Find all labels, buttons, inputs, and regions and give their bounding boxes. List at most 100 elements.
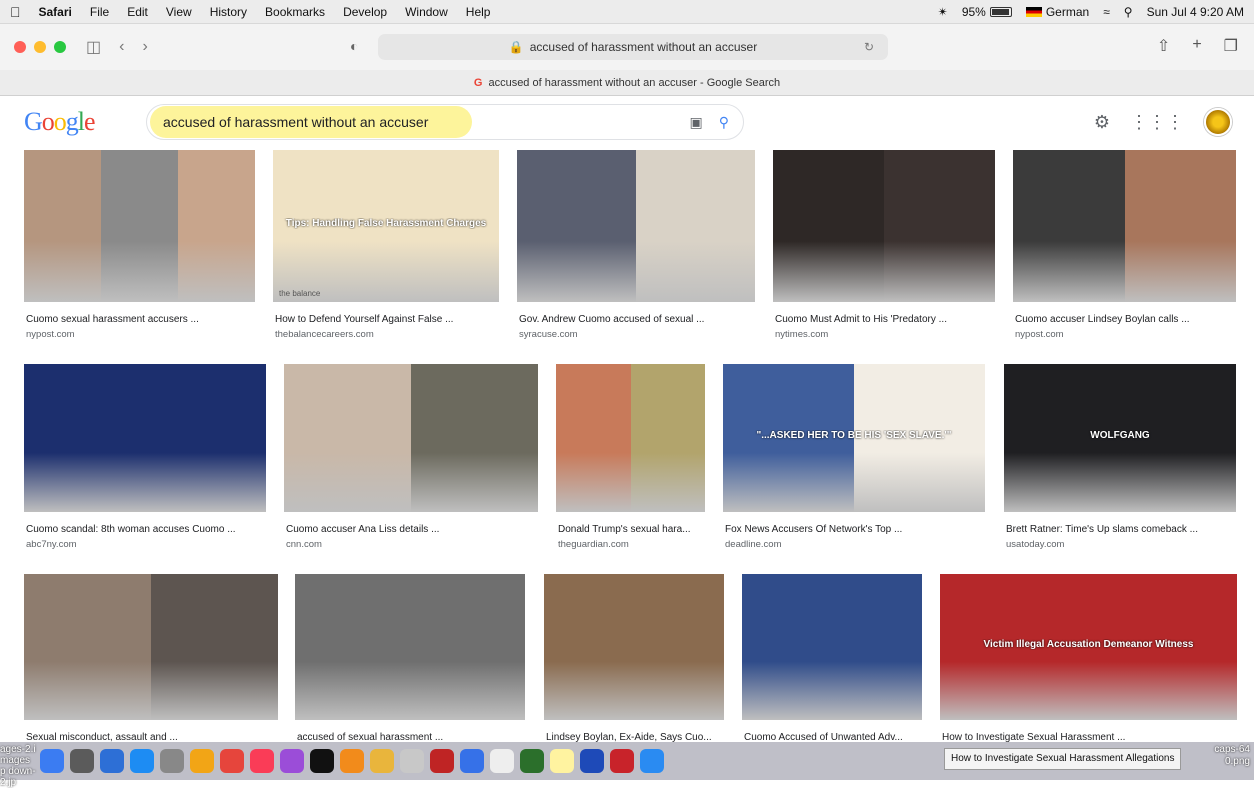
menu-bookmarks[interactable]: Bookmarks [265,5,325,19]
result-thumbnail[interactable]: Tips: Handling False Harassment Chargest… [273,150,499,302]
tabs-overview-icon[interactable]: ❐ [1224,36,1238,56]
search-icon[interactable]: ⚲ [719,114,729,131]
result-source[interactable]: syracuse.com [519,329,578,340]
result-thumbnail[interactable] [295,574,525,720]
apple-icon[interactable]:  [10,4,21,20]
image-result[interactable]: Cuomo accuser Lindsey Boylan calls ... ny… [1013,150,1236,346]
result-thumbnail[interactable] [556,364,705,512]
image-result[interactable]: Donald Trump's sexual hara... theguardian… [556,364,705,556]
image-result[interactable]: Sexual misconduct, assault and ... [24,574,278,742]
image-result[interactable]: WOLFGANG Brett Ratner: Time's Up slams co… [1004,364,1236,556]
calendar-icon[interactable] [490,749,514,773]
dreamweaver-icon[interactable] [520,749,544,773]
search-input[interactable]: accused of harassment without an accuser… [146,104,744,140]
books-icon[interactable] [370,749,394,773]
menu-window[interactable]: Window [405,5,448,19]
image-result[interactable]: Cuomo accuser Ana Liss details ... cnn.co… [284,364,538,556]
translate-icon[interactable]: ↻ [864,40,874,54]
forward-icon[interactable]: › [142,38,147,56]
result-thumbnail[interactable] [517,150,755,302]
google-logo[interactable]: Google [24,107,144,137]
settings-gear-icon[interactable]: ⚙ [1094,112,1110,133]
vlc-icon[interactable] [340,749,364,773]
result-source[interactable]: deadline.com [725,539,782,550]
result-caption[interactable]: Donald Trump's sexual hara... [558,524,691,535]
image-result[interactable]: Cuomo sexual harassment accusers ...nypo… [24,150,255,346]
menu-help[interactable]: Help [466,5,491,19]
result-caption[interactable]: Cuomo scandal: 8th woman accuses Cuomo .… [26,524,236,535]
result-thumbnail[interactable] [24,150,255,302]
result-caption[interactable]: Sexual misconduct, assault and ... [26,732,178,742]
result-caption[interactable]: Fox News Accusers Of Network's Top ... [725,524,902,535]
result-thumbnail[interactable] [24,364,266,512]
app-store-icon[interactable] [130,749,154,773]
result-caption[interactable]: Cuomo accuser Ana Liss details ... [286,524,439,535]
result-thumbnail[interactable] [544,574,724,720]
result-thumbnail[interactable] [1013,150,1236,302]
result-source[interactable]: nytimes.com [775,329,828,340]
safari-icon[interactable] [100,749,124,773]
result-caption[interactable]: Brett Ratner: Time's Up slams comeback .… [1006,524,1198,535]
image-result[interactable]: Tips: Handling False Harassment Chargest… [273,150,499,346]
result-caption[interactable]: Cuomo Accused of Unwanted Adv... [744,732,903,742]
minimize-button[interactable] [34,41,46,53]
result-caption[interactable]: Cuomo accuser Lindsey Boylan calls ... [1015,314,1190,325]
result-thumbnail[interactable] [284,364,538,512]
result-source[interactable]: usatoday.com [1006,539,1064,550]
avatar[interactable] [1204,108,1232,136]
music-icon[interactable] [250,749,274,773]
podcasts-icon[interactable] [280,749,304,773]
back-icon[interactable]: ‹ [119,38,124,56]
acrobat-icon[interactable] [610,749,634,773]
finder-icon[interactable] [40,749,64,773]
skype-icon[interactable] [460,749,484,773]
result-source[interactable]: cnn.com [286,539,322,550]
menu-edit[interactable]: Edit [127,5,148,19]
result-source[interactable]: nypost.com [26,329,75,340]
settings-icon[interactable] [160,749,184,773]
result-source[interactable]: theguardian.com [558,539,629,550]
notes-icon[interactable] [550,749,574,773]
image-result[interactable]: Victim Illegal Accusation Demeanor Witne… [940,574,1237,742]
result-thumbnail[interactable]: Victim Illegal Accusation Demeanor Witne… [940,574,1237,720]
privacy-shield-icon[interactable]: ◐ [350,38,358,54]
result-thumbnail[interactable] [773,150,995,302]
preview-icon[interactable] [400,749,424,773]
battery-status[interactable]: 95% [962,5,1012,19]
zoom-button[interactable] [54,41,66,53]
wifi-icon[interactable]: ≈ [1103,5,1110,19]
menu-history[interactable]: History [210,5,247,19]
result-thumbnail[interactable] [742,574,922,720]
result-thumbnail[interactable]: WOLFGANG [1004,364,1236,512]
image-result[interactable]: Lindsey Boylan, Ex-Aide, Says Cuo... [544,574,724,742]
menu-app[interactable]: Safari [39,5,72,19]
result-source[interactable]: abc7ny.com [26,539,77,550]
word-icon[interactable] [580,749,604,773]
apps-grid-icon[interactable]: ⋮⋮⋮ [1130,112,1184,133]
chrome-icon[interactable] [640,749,664,773]
share-icon[interactable]: ⇧ [1157,36,1170,56]
result-thumbnail[interactable]: "...ASKED HER TO BE HIS 'SEX SLAVE.'" [723,364,985,512]
search-icon[interactable]: ⚲ [1124,5,1133,19]
result-source[interactable]: nypost.com [1015,329,1064,340]
menu-develop[interactable]: Develop [343,5,387,19]
image-result[interactable]: Cuomo scandal: 8th woman accuses Cuomo .… [24,364,266,556]
result-caption[interactable]: Gov. Andrew Cuomo accused of sexual ... [519,314,704,325]
sidebar-icon[interactable]: ◫ [86,37,101,57]
bluetooth-icon[interactable]: ✴ [938,5,948,19]
menu-view[interactable]: View [166,5,192,19]
new-tab-icon[interactable]: + [1192,36,1201,56]
address-bar[interactable]: 🔒 accused of harassment without an accus… [378,34,888,60]
image-result[interactable]: Gov. Andrew Cuomo accused of sexual ... s… [517,150,755,346]
tab-title[interactable]: accused of harassment without an accuser… [488,77,780,89]
launchpad-icon[interactable] [70,749,94,773]
filezilla-icon[interactable] [430,749,454,773]
result-caption[interactable]: accused of sexual harassment ... [297,732,443,742]
result-caption[interactable]: How to Investigate Sexual Harassment ... [942,732,1125,742]
input-source[interactable]: German [1026,5,1089,19]
datetime[interactable]: Sun Jul 4 9:20 AM [1147,5,1244,19]
result-source[interactable]: thebalancecareers.com [275,329,374,340]
image-result[interactable]: Cuomo Accused of Unwanted Adv... [742,574,922,742]
image-result[interactable]: Cuomo Must Admit to His 'Predatory ...ny… [773,150,995,346]
camera-icon[interactable]: ▣ [690,114,703,131]
